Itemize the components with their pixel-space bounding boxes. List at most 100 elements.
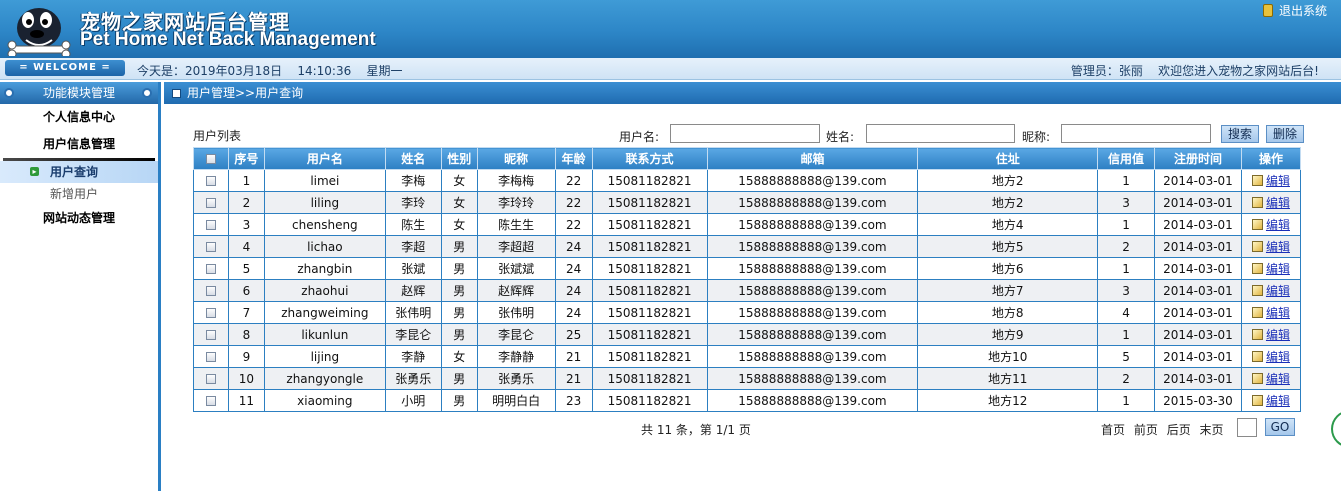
edit-link[interactable]: 编辑 — [1266, 174, 1290, 188]
name-input[interactable] — [866, 124, 1015, 143]
edit-link[interactable]: 编辑 — [1266, 394, 1290, 408]
edit-icon[interactable] — [1251, 351, 1263, 362]
last-page-link[interactable]: 末页 — [1200, 423, 1224, 437]
nickname-cell: 张勇乐 — [476, 367, 556, 390]
select-all-header[interactable] — [193, 147, 229, 170]
dog-mascot-icon — [7, 8, 71, 56]
checkbox[interactable] — [205, 264, 216, 274]
credit-cell: 2 — [1097, 235, 1155, 258]
gender-cell: 男 — [440, 301, 478, 324]
row-select-cell[interactable] — [193, 389, 229, 412]
sidebar-item-profile[interactable]: 个人信息中心 — [0, 104, 158, 131]
first-page-link[interactable]: 首页 — [1101, 423, 1125, 437]
action-cell: 编辑 — [1240, 257, 1302, 280]
table-row: 7 zhangweiming 张伟明男张伟明 24 15081182821 1588888… — [193, 301, 1302, 324]
row-select-cell[interactable] — [193, 279, 229, 302]
edit-link[interactable]: 编辑 — [1266, 284, 1290, 298]
sidebar-item-user-query[interactable]: ▸ 用户查询 — [0, 161, 158, 183]
edit-link[interactable]: 编辑 — [1266, 262, 1290, 276]
row-index: 10 — [227, 367, 265, 390]
checkbox[interactable] — [205, 154, 216, 164]
username-input[interactable] — [670, 124, 820, 143]
nickname-input[interactable] — [1061, 124, 1211, 143]
edit-link[interactable]: 编辑 — [1266, 218, 1290, 232]
checkbox[interactable] — [205, 396, 216, 406]
username-cell: zhangbin — [263, 257, 386, 280]
checkbox[interactable] — [205, 374, 216, 384]
search-button[interactable]: 搜索 — [1221, 125, 1260, 143]
table-row: 11 xiaoming 小明男明明白白 23 15081182821 1588888888… — [193, 389, 1302, 412]
edit-icon[interactable] — [1251, 197, 1263, 208]
prev-page-link[interactable]: 前页 — [1134, 423, 1158, 437]
floating-widget-icon[interactable] — [1331, 410, 1341, 448]
sidebar-item-add-user[interactable]: 新增用户 — [0, 183, 158, 205]
edit-icon[interactable] — [1251, 263, 1263, 274]
sidebar-item-user-management[interactable]: 用户信息管理 — [0, 131, 158, 158]
checkbox[interactable] — [205, 220, 216, 230]
phone-cell: 15081182821 — [591, 191, 708, 214]
email-cell: 15888888888@139.com — [706, 367, 919, 390]
next-page-link[interactable]: 后页 — [1167, 423, 1191, 437]
page-number-input[interactable] — [1237, 418, 1257, 437]
row-select-cell[interactable] — [193, 345, 229, 368]
address-cell: 地方2 — [917, 169, 1099, 192]
checkbox[interactable] — [205, 330, 216, 340]
checkbox[interactable] — [205, 198, 216, 208]
column-header: 操作 — [1240, 147, 1302, 170]
username-cell: xiaoming — [263, 389, 386, 412]
checkbox[interactable] — [205, 242, 216, 252]
age-cell: 25 — [554, 323, 593, 346]
edit-link[interactable]: 编辑 — [1266, 196, 1290, 210]
row-select-cell[interactable] — [193, 235, 229, 258]
row-select-cell[interactable] — [193, 323, 229, 346]
row-select-cell[interactable] — [193, 213, 229, 236]
register-date-cell: 2014-03-01 — [1153, 301, 1242, 324]
row-index: 2 — [227, 191, 265, 214]
delete-button[interactable]: 删除 — [1266, 125, 1305, 143]
breadcrumb: 用户管理>>用户查询 — [164, 82, 1341, 104]
username-label: 用户名: — [619, 130, 660, 144]
logout-button[interactable]: 退出系统 — [1262, 2, 1327, 19]
edit-link[interactable]: 编辑 — [1266, 328, 1290, 342]
name-label: 姓名: — [826, 130, 855, 144]
phone-cell: 15081182821 — [591, 367, 708, 390]
edit-link[interactable]: 编辑 — [1266, 306, 1290, 320]
edit-icon[interactable] — [1251, 241, 1263, 252]
row-select-cell[interactable] — [193, 169, 229, 192]
phone-cell: 15081182821 — [591, 213, 708, 236]
edit-icon[interactable] — [1251, 395, 1263, 406]
edit-link[interactable]: 编辑 — [1266, 240, 1290, 254]
edit-icon[interactable] — [1251, 307, 1263, 318]
gender-cell: 女 — [440, 345, 478, 368]
gender-cell: 男 — [440, 389, 478, 412]
row-select-cell[interactable] — [193, 301, 229, 324]
edit-icon[interactable] — [1251, 175, 1263, 186]
checkbox[interactable] — [205, 176, 216, 186]
row-select-cell[interactable] — [193, 367, 229, 390]
register-date-cell: 2014-03-01 — [1153, 169, 1242, 192]
sidebar-item-site-news[interactable]: 网站动态管理 — [0, 205, 158, 232]
edit-link[interactable]: 编辑 — [1266, 350, 1290, 364]
edit-icon[interactable] — [1251, 285, 1263, 296]
register-date-cell: 2015-03-30 — [1153, 389, 1242, 412]
edit-icon[interactable] — [1251, 329, 1263, 340]
edit-link[interactable]: 编辑 — [1266, 372, 1290, 386]
checkbox[interactable] — [205, 308, 216, 318]
action-cell: 编辑 — [1240, 301, 1302, 324]
row-index: 3 — [227, 213, 265, 236]
email-cell: 15888888888@139.com — [706, 279, 919, 302]
edit-icon[interactable] — [1251, 373, 1263, 384]
go-button[interactable]: GO — [1265, 418, 1295, 436]
action-cell: 编辑 — [1240, 389, 1302, 412]
pagination: 首页 前页 后页 末页 — [1101, 421, 1229, 438]
row-select-cell[interactable] — [193, 191, 229, 214]
gender-cell: 女 — [440, 213, 478, 236]
phone-cell: 15081182821 — [591, 257, 708, 280]
phone-cell: 15081182821 — [591, 323, 708, 346]
row-select-cell[interactable] — [193, 257, 229, 280]
table-row: 8 likunlun 李昆仑男李昆仑 25 15081182821 15888888888… — [193, 323, 1302, 346]
edit-icon[interactable] — [1251, 219, 1263, 230]
checkbox[interactable] — [205, 352, 216, 362]
checkbox[interactable] — [205, 286, 216, 296]
email-cell: 15888888888@139.com — [706, 389, 919, 412]
